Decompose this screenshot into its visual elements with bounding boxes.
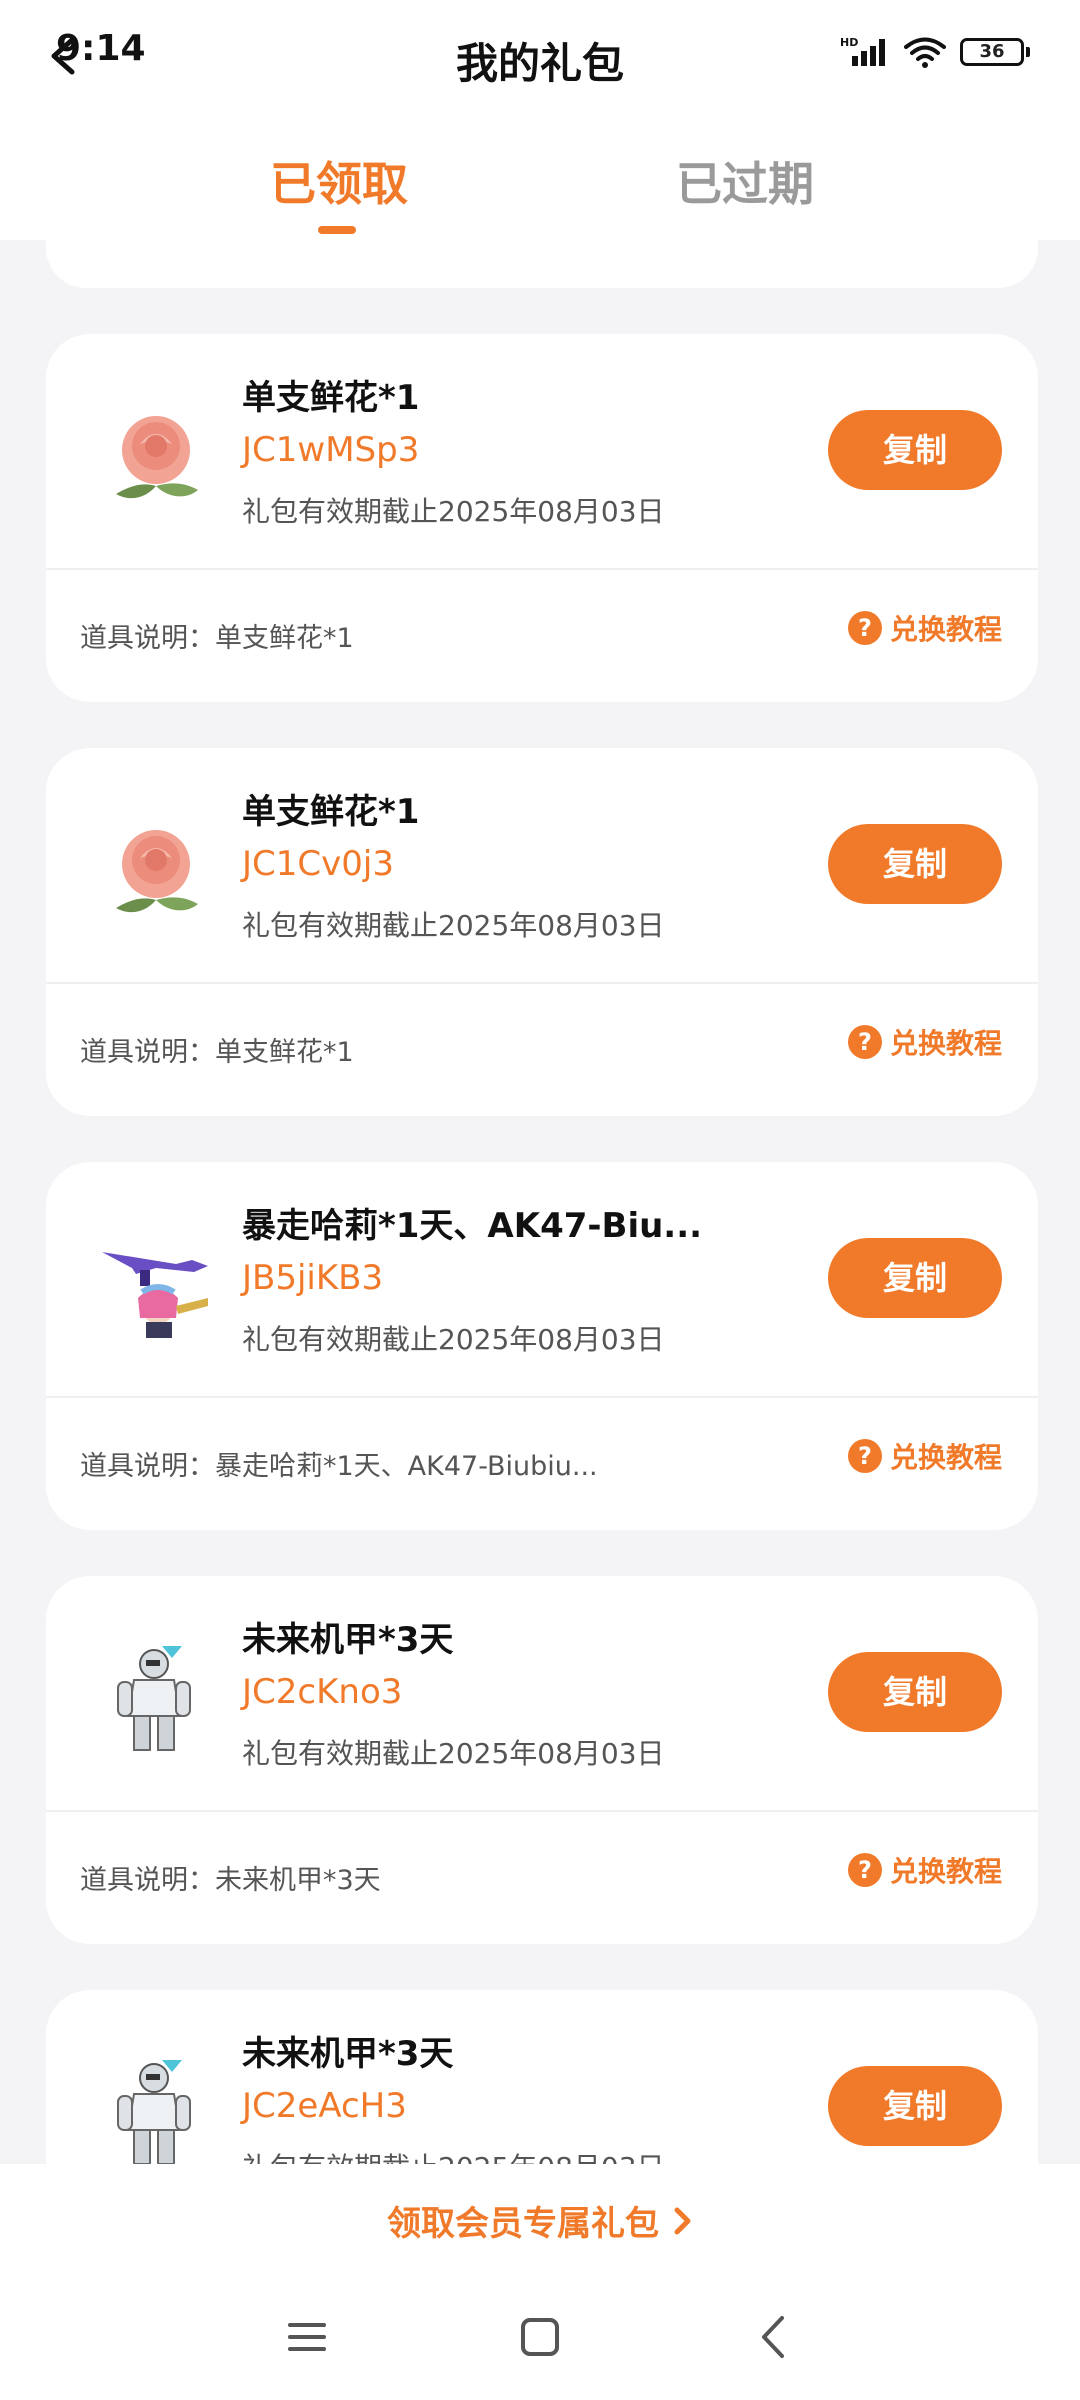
gift-name: 未来机甲*3天 — [242, 2034, 454, 2074]
question-icon: ? — [847, 1853, 882, 1887]
card-divider — [46, 1396, 1038, 1398]
gift-name: 暴走哈莉*1天、AK47-Biu... — [242, 1206, 703, 1246]
robot-icon — [117, 2060, 191, 2164]
gift-card: 单支鲜花*1 JC1Cv0j3 礼包有效期截止2025年08月03日 复制 道具… — [46, 748, 1038, 1116]
redeem-tutorial-label: 兑换教程 — [889, 1027, 1002, 1060]
gift-card-partial — [46, 240, 1038, 288]
gift-name: 未来机甲*3天 — [242, 1620, 454, 1660]
question-icon: ? — [847, 1025, 882, 1059]
copy-button[interactable]: 复制 — [828, 824, 1002, 904]
copy-button[interactable]: 复制 — [828, 2066, 1002, 2146]
question-icon: ? — [847, 1439, 882, 1473]
gift-code: JC2eAcH3 — [242, 2086, 407, 2126]
card-divider — [46, 1810, 1038, 1812]
redeem-tutorial-label: 兑换教程 — [889, 1441, 1002, 1474]
gift-description: 道具说明：单支鲜花*1 — [80, 1037, 354, 1068]
gift-name: 单支鲜花*1 — [242, 792, 420, 832]
redeem-tutorial-link[interactable]: ? 兑换教程 — [847, 608, 1002, 648]
system-nav-bar — [0, 2274, 1080, 2400]
battery-icon: 36 — [960, 38, 1030, 66]
character-rifle-icon — [102, 1252, 208, 1338]
tab-expired[interactable]: 已过期 — [676, 148, 814, 214]
gift-card: 单支鲜花*1 JC1wMSp3 礼包有效期截止2025年08月03日 复制 道具… — [46, 334, 1038, 702]
rose-icon — [116, 416, 198, 499]
menu-icon[interactable] — [282, 2312, 332, 2362]
gift-card: 未来机甲*3天 JC2eAcH3 礼包有效期截止2025年08月03日 复制 — [46, 1990, 1038, 2164]
card-divider — [46, 568, 1038, 570]
gift-code: JB5jiKB3 — [242, 1258, 384, 1298]
gift-name: 单支鲜花*1 — [242, 378, 420, 418]
tab-bar: 已领取 已过期 — [0, 108, 1080, 240]
status-bar: 9:14 我的礼包 HD 36 — [0, 0, 1080, 108]
gift-description: 道具说明：暴走哈莉*1天、AK47-Biubiu... — [80, 1451, 598, 1482]
copy-button[interactable]: 复制 — [828, 1652, 1002, 1732]
member-gift-label: 领取会员专属礼包 — [387, 2204, 659, 2244]
gift-description: 道具说明：单支鲜花*1 — [80, 623, 354, 654]
wifi-icon — [904, 37, 946, 68]
member-gift-banner: 领取会员专属礼包 — [0, 2164, 1080, 2274]
chevron-right-icon — [674, 2207, 691, 2234]
rose-icon — [116, 830, 198, 913]
active-tab-indicator — [318, 226, 356, 234]
gift-expiry: 礼包有效期截止2025年08月03日 — [242, 495, 665, 528]
gift-description: 道具说明：未来机甲*3天 — [80, 1865, 381, 1896]
home-icon[interactable] — [515, 2312, 565, 2362]
hd-label: HD — [840, 36, 858, 49]
redeem-tutorial-label: 兑换教程 — [889, 613, 1002, 646]
member-gift-link[interactable]: 领取会员专属礼包 — [387, 2196, 693, 2245]
question-icon: ? — [847, 611, 882, 645]
copy-button[interactable]: 复制 — [828, 410, 1002, 490]
gift-card: 未来机甲*3天 JC2cKno3 礼包有效期截止2025年08月03日 复制 道… — [46, 1576, 1038, 1944]
gift-expiry: 礼包有效期截止2025年08月03日 — [242, 1737, 665, 1770]
card-divider — [46, 982, 1038, 984]
gift-expiry: 礼包有效期截止2025年08月03日 — [242, 1323, 665, 1356]
redeem-tutorial-link[interactable]: ? 兑换教程 — [847, 1850, 1002, 1890]
gift-code: JC2cKno3 — [242, 1672, 403, 1712]
gift-expiry: 礼包有效期截止2025年08月03日 — [242, 909, 665, 942]
signal-icon: HD — [840, 36, 885, 66]
redeem-tutorial-label: 兑换教程 — [889, 1855, 1002, 1888]
redeem-tutorial-link[interactable]: ? 兑换教程 — [847, 1022, 1002, 1062]
redeem-tutorial-link[interactable]: ? 兑换教程 — [847, 1436, 1002, 1476]
tab-received[interactable]: 已领取 — [270, 148, 408, 214]
copy-button[interactable]: 复制 — [828, 1238, 1002, 1318]
gift-list[interactable]: 单支鲜花*1 JC1wMSp3 礼包有效期截止2025年08月03日 复制 道具… — [0, 240, 1080, 2164]
back-icon[interactable] — [750, 2312, 800, 2362]
gift-card: 暴走哈莉*1天、AK47-Biu... JB5jiKB3 礼包有效期截止2025… — [46, 1162, 1038, 1530]
status-icons: HD 36 — [840, 32, 1030, 72]
robot-icon — [117, 1646, 191, 1751]
gift-expiry: 礼包有效期截止2025年08月03日 — [242, 2146, 665, 2164]
gift-code: JC1wMSp3 — [242, 430, 420, 470]
gift-code: JC1Cv0j3 — [242, 844, 394, 884]
